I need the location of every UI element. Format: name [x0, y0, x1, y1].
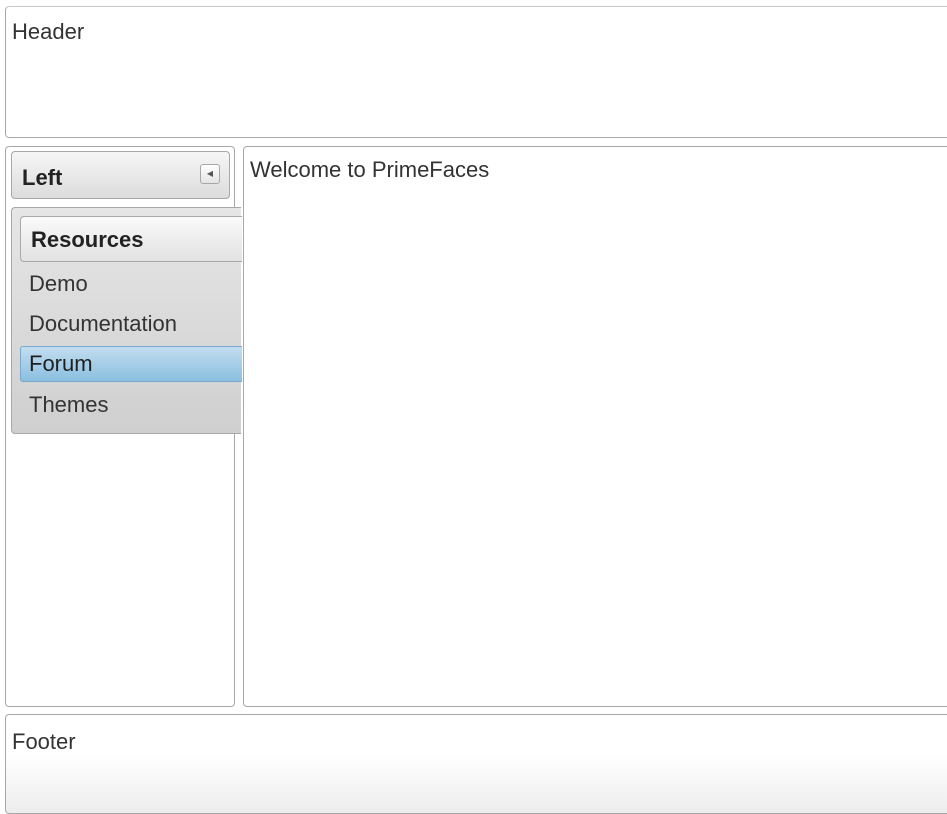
- welcome-text: Welcome to PrimeFaces: [250, 157, 490, 182]
- center-pane: Welcome to PrimeFaces: [243, 146, 947, 707]
- menu-item-demo[interactable]: Demo: [20, 266, 242, 302]
- menu-item-themes[interactable]: Themes: [20, 387, 242, 423]
- triangle-left-icon: ◀: [206, 169, 214, 178]
- menu-item-forum[interactable]: Forum: [20, 346, 242, 382]
- menu-heading-label: Resources: [31, 227, 144, 252]
- header-text: Header: [12, 19, 85, 44]
- left-pane-header: Left ◀: [11, 151, 230, 199]
- menu-item-documentation[interactable]: Documentation: [20, 306, 242, 342]
- left-pane-title: Left: [22, 165, 63, 190]
- resources-menu: Resources Demo Documentation Forum Theme…: [11, 207, 242, 434]
- left-pane: Left ◀ Resources Demo Documentation Foru…: [5, 146, 242, 707]
- collapse-left-button[interactable]: ◀: [200, 164, 220, 184]
- menu-heading: Resources: [20, 216, 242, 262]
- footer-text: Footer: [12, 729, 76, 754]
- header-pane: Header: [5, 6, 947, 138]
- footer-pane: Footer: [5, 714, 947, 814]
